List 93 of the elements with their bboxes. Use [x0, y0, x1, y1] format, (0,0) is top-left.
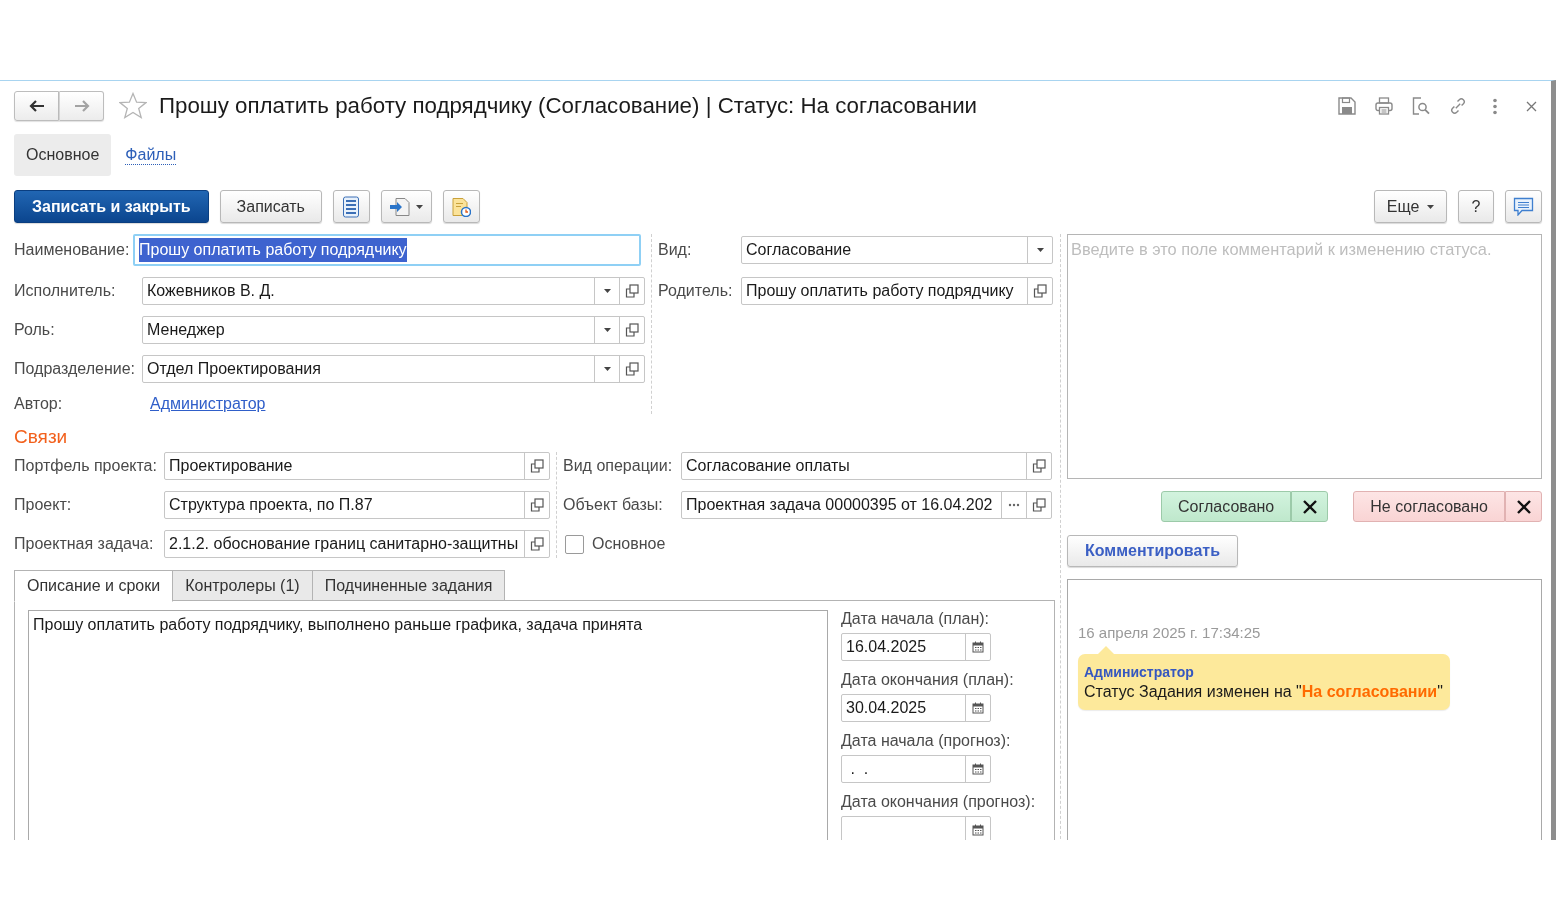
- x-icon: [1301, 498, 1318, 515]
- document-clock-button[interactable]: [442, 190, 480, 223]
- comment-submit-button[interactable]: Комментировать: [1067, 535, 1238, 567]
- back-button[interactable]: [14, 91, 59, 121]
- overlapping-squares-icon: [530, 459, 544, 473]
- comment-button[interactable]: [1505, 190, 1542, 223]
- save-icon[interactable]: [1337, 97, 1356, 115]
- section-title: Связи: [14, 425, 69, 449]
- field-label: Родитель:: [658, 281, 734, 301]
- input-field[interactable]: Проектная задача 00000395 от 16.04.202: [681, 491, 1052, 519]
- overlapping-squares-icon: [530, 537, 544, 551]
- dropdown-field[interactable]: Согласование: [741, 236, 1053, 264]
- overlapping-squares-icon: [625, 362, 639, 376]
- message-text: Статус Задания изменен на "На согласовании": [1084, 682, 1444, 702]
- overlapping-squares-icon: [530, 498, 544, 512]
- close-icon[interactable]: [1526, 100, 1537, 112]
- caret-icon: [603, 328, 611, 332]
- date-field[interactable]: 30.04.2025: [841, 694, 991, 722]
- list-icon: [342, 195, 361, 218]
- document-magnifier-icon[interactable]: [1411, 97, 1430, 115]
- overlapping-squares-icon: [1032, 459, 1046, 473]
- calendar-icon: [972, 641, 984, 653]
- form-tab[interactable]: Файлы: [125, 145, 177, 165]
- input-field[interactable]: Прошу оплатить работу подрядчику: [133, 234, 641, 266]
- form-tab[interactable]: Основное: [14, 134, 112, 176]
- field-label: Дата окончания (план):: [841, 671, 1015, 689]
- approve-button[interactable]: Согласовано: [1161, 491, 1292, 522]
- date-field[interactable]: . .: [841, 755, 991, 783]
- input-field[interactable]: Прошу оплатить работу подрядчику: [741, 277, 1053, 305]
- tab[interactable]: Контролеры (1): [172, 570, 313, 601]
- caret-icon: [416, 204, 424, 209]
- field-label: Дата начала (план):: [841, 610, 990, 628]
- dropdown-field[interactable]: Кожевников В. Д.: [142, 277, 645, 305]
- input-field[interactable]: Структура проекта, по П.87: [164, 491, 550, 519]
- field-label: Подразделение:: [14, 359, 137, 379]
- input-field[interactable]: Проектирование: [164, 452, 550, 480]
- field-label: Проект:: [14, 495, 73, 515]
- field-label: Вид:: [658, 240, 693, 260]
- document-clock-icon: [451, 196, 472, 217]
- user-link[interactable]: Администратор: [150, 392, 266, 416]
- field-label: Дата окончания (прогноз):: [841, 793, 1037, 811]
- comment-field[interactable]: Введите в это поле комментарий к изменению статуса.: [1067, 234, 1542, 479]
- list-button[interactable]: [332, 190, 370, 223]
- caret-icon: [1036, 248, 1044, 252]
- checkbox-label: Основное: [592, 534, 666, 554]
- calendar-icon: [972, 702, 984, 714]
- overlapping-squares-icon: [1033, 284, 1047, 298]
- field-label: Наименование:: [14, 240, 131, 260]
- link-icon[interactable]: [1448, 97, 1467, 115]
- description-field[interactable]: Прошу оплатить работу подрядчику, выполнено раньше графика, задача принята: [28, 610, 828, 840]
- field-label: Исполнитель:: [14, 281, 117, 301]
- speech-bubble-icon: [1513, 197, 1534, 216]
- document-arrow-icon: [389, 196, 411, 217]
- x-icon: [1515, 498, 1532, 515]
- input-field[interactable]: 2.1.2. обоснование границ санитарно-защитны: [164, 530, 550, 558]
- field-label: Объект базы:: [563, 495, 664, 515]
- x-button[interactable]: [1505, 491, 1542, 522]
- reject-button[interactable]: Не согласовано: [1353, 491, 1505, 522]
- more-menu-button[interactable]: Еще: [1374, 190, 1447, 223]
- tab[interactable]: Описание и сроки: [14, 570, 174, 602]
- field-label: Портфель проекта:: [14, 456, 158, 476]
- save-button[interactable]: Записать: [219, 190, 322, 223]
- help-button[interactable]: ?: [1458, 190, 1494, 223]
- x-button[interactable]: [1291, 491, 1329, 522]
- star-icon[interactable]: [119, 92, 147, 120]
- field-label: Дата начала (прогноз):: [841, 732, 1012, 750]
- checkbox[interactable]: [565, 534, 584, 554]
- overlapping-squares-icon: [625, 284, 639, 298]
- date-field[interactable]: [841, 816, 991, 840]
- save-and-close-button[interactable]: Записать и закрыть: [14, 190, 209, 223]
- document-menu-button[interactable]: [380, 190, 432, 223]
- dropdown-field[interactable]: Отдел Проектирования: [142, 355, 645, 383]
- field-label: Вид операции:: [563, 456, 674, 476]
- date-field[interactable]: 16.04.2025: [841, 633, 991, 661]
- dropdown-field[interactable]: Менеджер: [142, 316, 645, 344]
- more-icon[interactable]: [1492, 97, 1497, 115]
- caret-icon: [603, 367, 611, 371]
- timestamp: 16 апреля 2025 г. 17:34:25: [1078, 624, 1262, 642]
- input-field[interactable]: Согласование оплаты: [681, 452, 1052, 480]
- field-label: Роль:: [14, 320, 56, 340]
- tab[interactable]: Подчиненные задания: [311, 570, 506, 601]
- caret-icon: [603, 289, 611, 293]
- calendar-icon: [972, 763, 984, 775]
- printer-icon[interactable]: [1374, 97, 1393, 115]
- calendar-icon: [972, 824, 984, 836]
- dots-icon: [1008, 503, 1020, 507]
- field-label: Автор:: [14, 394, 64, 414]
- window-title: Прошу оплатить работу подрядчику (Согласование) | Статус: На согласовании: [159, 92, 978, 120]
- overlapping-squares-icon: [625, 323, 639, 337]
- author-name: Администратор: [1084, 663, 1195, 681]
- field-label: Проектная задача:: [14, 534, 155, 554]
- overlapping-squares-icon: [1032, 498, 1046, 512]
- caret-icon: [1427, 204, 1435, 209]
